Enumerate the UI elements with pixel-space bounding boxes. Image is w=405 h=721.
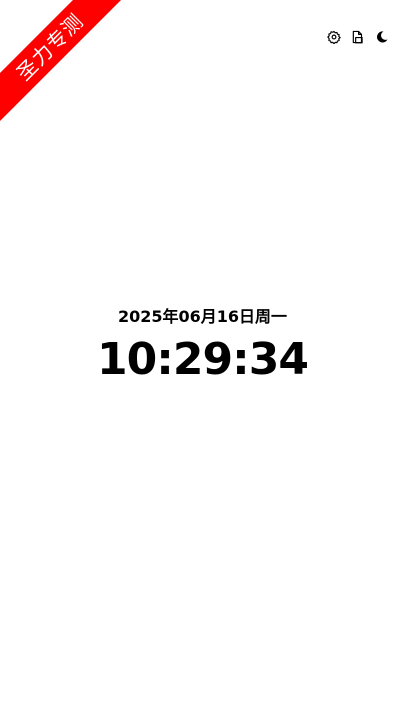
corner-ribbon: 圣力专测 [0,0,130,130]
date-text: 2025年06月16日周一 [117,307,288,326]
moon-icon[interactable] [375,30,389,44]
clock-display: 2025年06月16日周一 10:29:34 [0,302,405,386]
file-copy-icon[interactable] [351,30,365,44]
time-text: 10:29:34 [97,334,309,385]
top-toolbar [327,30,389,44]
ribbon-label: 圣力专测 [0,0,130,127]
settings-gear-icon[interactable] [327,30,341,44]
